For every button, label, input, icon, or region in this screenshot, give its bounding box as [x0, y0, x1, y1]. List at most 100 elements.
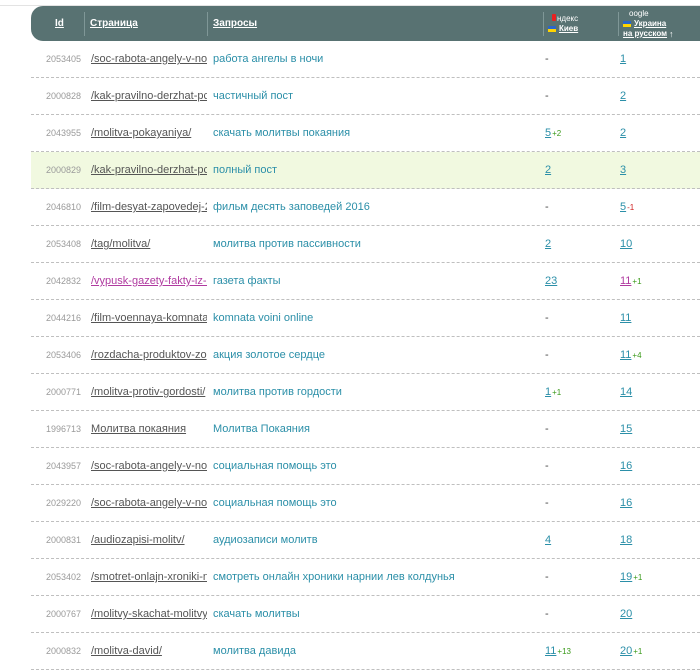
yandex-position-link[interactable]: 23	[545, 275, 557, 287]
row-page-link[interactable]: /rozdacha-produktov-zo	[91, 349, 207, 361]
google-region-link[interactable]: Украина	[634, 19, 666, 29]
row-page-link[interactable]: /smotret-onlajn-xroniki-n	[91, 571, 207, 583]
google-position: 5 -1	[620, 189, 698, 225]
google-region-lang-link[interactable]: на русском	[623, 29, 667, 39]
sort-by-query-link[interactable]: Запросы	[213, 18, 257, 29]
yandex-position-link[interactable]: 11	[545, 645, 556, 657]
row-page: /kak-pravilno-derzhat-pc	[91, 78, 207, 114]
google-position: 14	[620, 374, 698, 410]
header-id[interactable]: Id	[55, 6, 64, 41]
header-google[interactable]: oogle Украина на русском ↑	[623, 6, 700, 41]
google-name: oogle	[629, 8, 649, 18]
google-position-link[interactable]: 11	[620, 349, 631, 361]
google-position-link[interactable]: 5	[620, 201, 626, 213]
yandex-position-link[interactable]: 2	[545, 238, 551, 250]
header-divider	[543, 12, 544, 36]
google-position-link[interactable]: 19	[620, 571, 632, 583]
yandex-position-link[interactable]: 5	[545, 127, 551, 139]
row-page: /audiozapisi-molitv/	[91, 522, 207, 558]
header-query[interactable]: Запросы	[213, 6, 257, 41]
google-position: 20	[620, 596, 698, 632]
row-page: /film-voennaya-komnata	[91, 300, 207, 336]
row-page: /molitvy-skachat-molitvy/	[91, 596, 207, 632]
row-page-link[interactable]: /tag/molitva/	[91, 238, 150, 250]
row-page-link[interactable]: /molitva-pokayaniya/	[91, 127, 191, 139]
table-row: 2053402/smotret-onlajn-xroniki-n смотреть…	[31, 559, 700, 596]
yandex-position-value: -	[545, 312, 549, 324]
row-page-link[interactable]: /kak-pravilno-derzhat-pc	[91, 164, 207, 176]
row-id: 2053406	[46, 350, 82, 360]
header-yandex[interactable]: ндекс Киев	[548, 6, 618, 41]
row-page-link[interactable]: Молитва покаяния	[91, 423, 186, 435]
google-position-link[interactable]: 14	[620, 386, 632, 398]
yandex-position-value: -	[545, 423, 549, 435]
yandex-position: -	[545, 596, 615, 632]
yandex-position-link[interactable]: 2	[545, 164, 551, 176]
yandex-position: 2	[545, 226, 615, 262]
row-query: komnata voini online	[213, 312, 314, 324]
google-position: 19 +1	[620, 559, 698, 595]
row-page-link[interactable]: /film-desyat-zapovedej-2	[91, 201, 207, 213]
yandex-position-value: -	[545, 460, 549, 472]
yandex-region-link[interactable]: Киев	[559, 24, 578, 34]
row-page-link[interactable]: /film-voennaya-komnata	[91, 312, 207, 324]
google-position-link[interactable]: 2	[620, 90, 626, 102]
row-id: 2000771	[46, 387, 82, 397]
google-position-delta: +1	[633, 646, 643, 656]
table-row: 2029220/soc-rabota-angely-v-no социальная…	[31, 485, 700, 522]
yandex-logo-icon	[552, 13, 556, 21]
row-query: работа ангелы в ночи	[213, 53, 324, 65]
row-page-link[interactable]: /soc-rabota-angely-v-no	[91, 53, 207, 65]
row-id: 2000832	[46, 646, 82, 656]
google-position-link[interactable]: 10	[620, 238, 632, 250]
row-query: акция золотое сердце	[213, 349, 326, 361]
row-page-link[interactable]: /kak-pravilno-derzhat-pc	[91, 90, 207, 102]
google-position-link[interactable]: 11	[620, 312, 631, 324]
google-position-link[interactable]: 16	[620, 460, 632, 472]
table-row: 2000828/kak-pravilno-derzhat-pc частичный…	[31, 78, 700, 115]
header-divider	[618, 12, 619, 36]
row-page: Молитва покаяния	[91, 411, 207, 447]
row-page-link[interactable]: /vypusk-gazety-fakty-iz-z	[91, 275, 207, 287]
yandex-position-link[interactable]: 4	[545, 534, 551, 546]
google-position-link[interactable]: 1	[620, 53, 626, 65]
yandex-position: -	[545, 78, 615, 114]
row-query: смотреть онлайн хроники нарнии лев колду…	[213, 571, 455, 583]
yandex-position-delta: +2	[552, 128, 562, 138]
header-divider	[84, 12, 85, 36]
yandex-position: 1 +1	[545, 374, 615, 410]
yandex-position: -	[545, 448, 615, 484]
yandex-position-value: -	[545, 201, 549, 213]
row-id: 2029220	[46, 498, 82, 508]
row-page: /rozdacha-produktov-zo	[91, 337, 207, 373]
sort-by-id-link[interactable]: Id	[55, 18, 64, 29]
yandex-position-delta: +1	[552, 387, 562, 397]
yandex-position-link[interactable]: 1	[545, 386, 551, 398]
row-id: 2053402	[46, 572, 82, 582]
row-page: /kak-pravilno-derzhat-pc	[91, 152, 207, 188]
row-page-link[interactable]: /molitva-protiv-gordosti/	[91, 386, 205, 398]
table-row: 2046810/film-desyat-zapovedej-2 фильм дес…	[31, 189, 700, 226]
row-page: /soc-rabota-angely-v-no	[91, 41, 207, 77]
google-position-link[interactable]: 2	[620, 127, 626, 139]
google-position-link[interactable]: 16	[620, 497, 632, 509]
sort-by-page-link[interactable]: Страница	[90, 18, 138, 29]
google-position-link[interactable]: 18	[620, 534, 632, 546]
row-page-link[interactable]: /molitvy-skachat-molitvy/	[91, 608, 207, 620]
header-page[interactable]: Страница	[90, 6, 138, 41]
table-row: 2043957/soc-rabota-angely-v-no социальная…	[31, 448, 700, 485]
yandex-position: -	[545, 411, 615, 447]
table-row: 2053406/rozdacha-produktov-zo акция золот…	[31, 337, 700, 374]
row-page-link[interactable]: /soc-rabota-angely-v-no	[91, 497, 207, 509]
row-page-link[interactable]: /audiozapisi-molitv/	[91, 534, 185, 546]
google-position-link[interactable]: 15	[620, 423, 632, 435]
google-position-link[interactable]: 3	[620, 164, 626, 176]
row-page-link[interactable]: /soc-rabota-angely-v-no	[91, 460, 207, 472]
google-position-link[interactable]: 20	[620, 645, 632, 657]
row-query: аудиозаписи молитв	[213, 534, 318, 546]
yandex-name: ндекс	[557, 13, 579, 23]
row-page-link[interactable]: /molitva-david/	[91, 645, 162, 657]
google-position-link[interactable]: 11	[620, 275, 631, 287]
google-position-link[interactable]: 20	[620, 608, 632, 620]
row-query: частичный пост	[213, 90, 294, 102]
